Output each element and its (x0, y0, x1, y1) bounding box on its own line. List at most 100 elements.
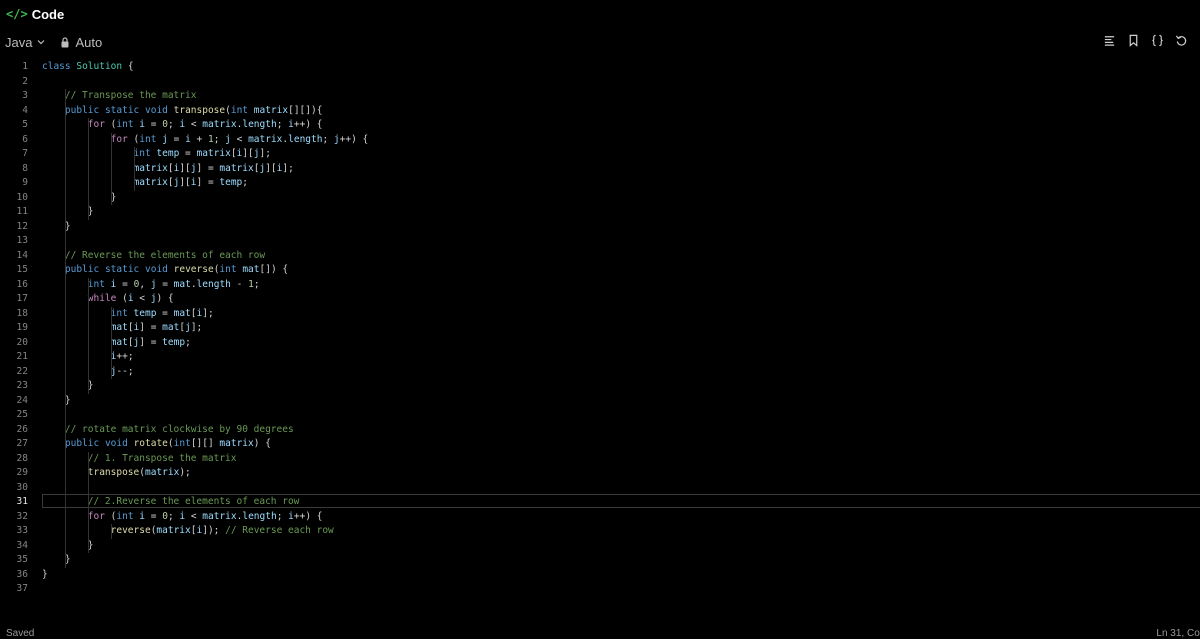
code-line[interactable]: 9 matrix[j][i] = temp; (0, 176, 1200, 191)
code-line[interactable]: 32 for (int i = 0; i < matrix.length; i+… (0, 510, 1200, 525)
editor-tools (1102, 33, 1188, 47)
code-line[interactable]: 36} (0, 568, 1200, 583)
bookmark-icon[interactable] (1126, 33, 1140, 47)
code-line[interactable]: 13 (0, 234, 1200, 249)
code-line[interactable]: 20 mat[j] = temp; (0, 336, 1200, 351)
code-line[interactable]: 8 matrix[i][j] = matrix[j][i]; (0, 162, 1200, 177)
status-bar: Saved Ln 31, Col (0, 624, 1200, 639)
code-line[interactable]: 24 } (0, 394, 1200, 409)
code-line[interactable]: 17 while (i < j) { (0, 292, 1200, 307)
code-text: mat[i] = mat[j]; (110, 322, 203, 333)
code-line[interactable]: 7 int temp = matrix[i][j]; (0, 147, 1200, 162)
code-text: for (int j = i + 1; j < matrix.length; j… (110, 133, 369, 145)
indent-guide (133, 147, 135, 191)
code-line[interactable]: 29 transpose(matrix); (0, 466, 1200, 481)
code-line[interactable]: 18 int temp = mat[i]; (0, 307, 1200, 322)
code-line[interactable]: 25 (0, 408, 1200, 423)
code-line[interactable]: 22 j--; (0, 365, 1200, 380)
line-number: 30 (16, 481, 28, 493)
code-line[interactable]: 11 } (0, 205, 1200, 220)
line-number: 22 (16, 365, 28, 377)
line-number: 7 (22, 148, 28, 159)
code-text: matrix[i][j] = matrix[j][i]; (133, 162, 294, 174)
code-line[interactable]: 35 } (0, 553, 1200, 568)
editor-toolbar: Java Auto (0, 31, 1200, 53)
code-line[interactable]: 12 } (0, 220, 1200, 235)
code-text: } (42, 380, 94, 391)
line-number: 28 (16, 452, 28, 464)
code-line[interactable]: 31 // 2.Reverse the elements of each row (0, 494, 1200, 510)
code-line[interactable]: 14 // Reverse the elements of each row (0, 249, 1200, 264)
line-number: 15 (16, 264, 28, 275)
line-number: 2 (22, 75, 28, 87)
code-text: // Reverse the elements of each row (64, 249, 266, 261)
line-number: 8 (22, 162, 28, 174)
line-number: 20 (16, 336, 28, 348)
chevron-down-icon (38, 40, 45, 45)
code-line[interactable]: 16 int i = 0, j = mat.length - 1; (0, 278, 1200, 293)
code-line[interactable]: 28 // 1. Transpose the matrix (0, 452, 1200, 467)
auto-mode[interactable]: Auto (60, 35, 102, 50)
code-line[interactable]: 3 // Transpose the matrix (0, 89, 1200, 104)
line-number: 24 (16, 394, 28, 406)
panel-header: </> Code (0, 0, 1200, 28)
line-number: 32 (16, 510, 28, 522)
line-number: 26 (16, 423, 28, 435)
code-line[interactable]: 33 reverse(matrix[i]); // Reverse each r… (0, 524, 1200, 539)
code-line[interactable]: 26 // rotate matrix clockwise by 90 degr… (0, 423, 1200, 438)
language-select[interactable]: Java (5, 35, 46, 50)
code-text: for (int i = 0; i < matrix.length; i++) … (87, 119, 323, 130)
line-number: 16 (16, 278, 28, 290)
line-number: 1 (22, 61, 28, 72)
code-line[interactable]: 30 (0, 481, 1200, 496)
code-line[interactable]: 19 mat[i] = mat[j]; (0, 321, 1200, 336)
code-text: } (42, 206, 94, 217)
code-text: } (42, 539, 94, 551)
code-text: // 2.Reverse the elements of each row (87, 496, 300, 507)
panel-title: Code (31, 6, 65, 22)
code-text: public static void reverse(int mat[]) { (64, 264, 289, 275)
line-number: 3 (22, 90, 28, 101)
code-text: } (42, 220, 71, 232)
code-line[interactable]: 15 public static void reverse(int mat[])… (0, 263, 1200, 278)
code-line[interactable]: 23 } (0, 379, 1200, 394)
code-line[interactable]: 2 (0, 75, 1200, 90)
code-text: reverse(matrix[i]); // Reverse each row (110, 525, 334, 536)
format-icon[interactable] (1102, 33, 1116, 47)
code-text: } (42, 191, 117, 203)
code-line[interactable]: 6 for (int j = i + 1; j < matrix.length;… (0, 133, 1200, 148)
line-number: 37 (16, 583, 28, 594)
code-text: public void rotate(int[][] matrix) { (64, 438, 271, 449)
code-line[interactable]: 1 class Solution { (0, 60, 1200, 75)
line-number: 19 (16, 322, 28, 333)
indent-guide (87, 451, 89, 553)
line-number: 14 (16, 249, 28, 261)
code-line[interactable]: 27 public void rotate(int[][] matrix) { (0, 437, 1200, 452)
line-number: 33 (16, 525, 28, 536)
line-number: 10 (16, 191, 28, 203)
line-number: 27 (16, 438, 28, 449)
line-number: 5 (22, 119, 28, 130)
code-icon: </> (6, 7, 28, 21)
line-number: 23 (16, 380, 28, 391)
code-line[interactable]: 4 public static void transpose(int matri… (0, 104, 1200, 119)
code-line[interactable]: 34 } (0, 539, 1200, 554)
code-line[interactable]: 5 for (int i = 0; i < matrix.length; i++… (0, 118, 1200, 133)
indent-guide (110, 306, 112, 379)
line-number: 18 (16, 307, 28, 319)
code-line[interactable]: 21 i++; (0, 350, 1200, 365)
line-number: 31 (16, 496, 28, 507)
line-number: 17 (16, 293, 28, 304)
indent-guide (87, 118, 89, 220)
code-line[interactable]: 37 (0, 582, 1200, 597)
lock-icon (61, 36, 69, 47)
code-line[interactable]: 10 } (0, 191, 1200, 206)
braces-icon[interactable] (1150, 33, 1164, 47)
code-text: public static void transpose(int matrix[… (64, 104, 323, 116)
line-number: 25 (16, 409, 28, 420)
code-editor[interactable]: 1 class Solution { 2 3 // Transpose the mat… (0, 60, 1200, 620)
code-text: matrix[j][i] = temp; (133, 177, 249, 188)
code-text: class Solution { (42, 61, 134, 72)
language-label: Java (5, 34, 33, 50)
reset-icon[interactable] (1174, 33, 1188, 47)
